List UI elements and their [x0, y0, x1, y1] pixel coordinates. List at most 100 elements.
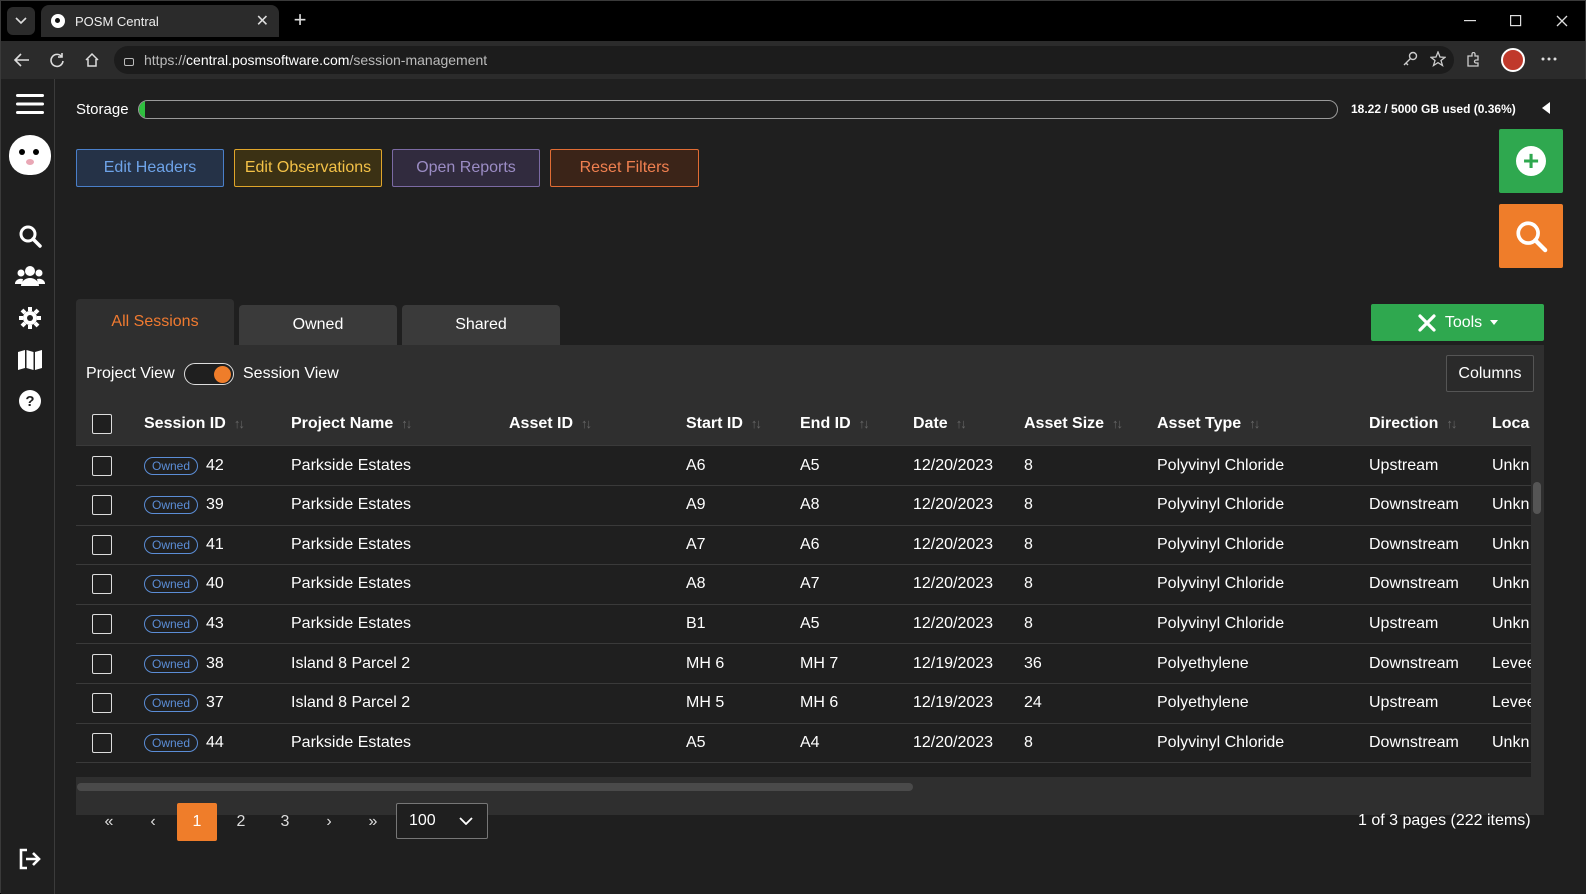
url-path: /session-management: [349, 52, 488, 68]
search-sessions-button[interactable]: [1499, 204, 1563, 268]
settings-gear-icon[interactable]: [15, 303, 45, 333]
search-icon[interactable]: [15, 221, 45, 251]
row-checkbox[interactable]: [92, 684, 112, 723]
table-row[interactable]: Owned 40 Parkside Estates A8 A7 12/20/2023 8 Po…: [76, 565, 1531, 605]
key-icon[interactable]: [1402, 51, 1418, 71]
cell-session-id: Owned 42: [144, 446, 224, 485]
refresh-button[interactable]: [44, 47, 70, 73]
page-2-button[interactable]: 2: [221, 803, 261, 841]
cell-direction: Upstream: [1369, 694, 1439, 712]
browser-tab[interactable]: POSM Central ✕: [41, 5, 279, 37]
pagination: « ‹ 1 2 3 › »: [89, 803, 397, 841]
browser-more-icon[interactable]: [1537, 47, 1561, 71]
next-page-button[interactable]: ›: [309, 803, 349, 841]
row-checkbox[interactable]: [92, 723, 112, 762]
header-project-name[interactable]: Project Name ↑↓: [291, 402, 412, 445]
cell-asset-size: 8: [1024, 535, 1033, 553]
table-row[interactable]: Owned 42 Parkside Estates A6 A5 12/20/2023 8 Po…: [76, 446, 1531, 486]
table-row[interactable]: Owned 38 Island 8 Parcel 2 MH 6 MH 7 12/19/20…: [76, 644, 1531, 684]
tab-actions-menu-button[interactable]: [7, 7, 35, 35]
table-horizontal-scrollbar[interactable]: [77, 783, 913, 791]
cell-asset-size: 8: [1024, 456, 1033, 474]
close-window-button[interactable]: [1539, 1, 1585, 41]
previous-page-button[interactable]: ‹: [133, 803, 173, 841]
tools-dropdown-button[interactable]: Tools: [1371, 304, 1544, 341]
cell-start-id: A8: [686, 575, 706, 593]
table-vertical-scrollbar[interactable]: [1533, 482, 1541, 514]
row-checkbox[interactable]: [92, 604, 112, 643]
table-row[interactable]: Owned 43 Parkside Estates B1 A5 12/20/2023 8 Po…: [76, 604, 1531, 645]
cell-location: Unkn: [1492, 575, 1530, 593]
back-button[interactable]: [9, 47, 35, 73]
open-reports-button[interactable]: Open Reports: [392, 149, 540, 187]
users-icon[interactable]: [15, 261, 45, 291]
table-row[interactable]: Owned 39 Parkside Estates A9 A8 12/20/2023 8 Po…: [76, 486, 1531, 526]
table-header-row: Session ID ↑↓ Project Name ↑↓ Asset ID ↑↓ S…: [76, 402, 1531, 446]
profile-avatar[interactable]: [1501, 48, 1525, 72]
home-button[interactable]: [79, 47, 105, 73]
tab-owned[interactable]: Owned: [239, 305, 397, 345]
table-row[interactable]: Owned 37 Island 8 Parcel 2 MH 5 MH 6 12/19/20…: [76, 684, 1531, 724]
map-icon[interactable]: [15, 345, 45, 375]
tab-close-icon[interactable]: ✕: [256, 11, 269, 31]
favorite-star-icon[interactable]: [1429, 50, 1447, 71]
help-icon[interactable]: ?: [15, 386, 45, 416]
cell-start-id: A5: [686, 733, 706, 751]
tab-shared[interactable]: Shared: [402, 305, 560, 345]
tab-strip: POSM Central ✕ +: [1, 1, 1585, 41]
extensions-icon[interactable]: [1462, 49, 1484, 71]
page-3-button[interactable]: 3: [265, 803, 305, 841]
maximize-button[interactable]: [1493, 1, 1539, 41]
hamburger-menu-icon[interactable]: [15, 89, 45, 119]
table-row[interactable]: Owned 41 Parkside Estates A7 A6 12/20/2023 8 Po…: [76, 525, 1531, 566]
header-location[interactable]: Loca: [1492, 402, 1529, 445]
header-asset-id[interactable]: Asset ID ↑↓: [509, 402, 592, 445]
header-session-id[interactable]: Session ID ↑↓: [144, 402, 245, 445]
table-row[interactable]: Owned 44 Parkside Estates A5 A4 12/20/2023 8 Po…: [76, 723, 1531, 764]
cell-project-name: Parkside Estates: [291, 575, 412, 593]
row-checkbox[interactable]: [92, 486, 112, 525]
header-start-id[interactable]: Start ID ↑↓: [686, 402, 762, 445]
owned-badge: Owned: [144, 496, 199, 515]
view-toggle-switch[interactable]: [184, 363, 234, 385]
new-tab-button[interactable]: +: [287, 7, 313, 33]
cell-location: Levee: [1492, 694, 1531, 712]
header-date[interactable]: Date ↑↓: [913, 402, 967, 445]
columns-button[interactable]: Columns: [1446, 355, 1534, 392]
cell-date: 12/19/2023: [913, 694, 994, 712]
row-checkbox[interactable]: [92, 565, 112, 604]
cell-end-id: A7: [800, 575, 820, 593]
header-end-id[interactable]: End ID ↑↓: [800, 402, 870, 445]
reset-filters-button[interactable]: Reset Filters: [550, 149, 699, 187]
row-checkbox[interactable]: [92, 644, 112, 683]
select-all-checkbox[interactable]: [92, 402, 112, 445]
page-1-button[interactable]: 1: [177, 803, 217, 841]
row-checkbox[interactable]: [92, 525, 112, 564]
cell-asset-size: 24: [1024, 694, 1042, 712]
header-asset-type[interactable]: Asset Type ↑↓: [1157, 402, 1260, 445]
row-checkbox[interactable]: [92, 446, 112, 485]
cell-session-id: Owned 41: [144, 525, 224, 564]
browser-window: POSM Central ✕ + https://central.posmsof…: [0, 0, 1586, 894]
page-size-select[interactable]: 100: [396, 803, 488, 839]
url-field[interactable]: https://central.posmsoftware.com/session…: [114, 46, 1454, 74]
minimize-button[interactable]: [1447, 1, 1493, 41]
header-asset-size[interactable]: Asset Size ↑↓: [1024, 402, 1123, 445]
sort-icon: ↑↓: [233, 416, 245, 431]
add-session-button[interactable]: +: [1499, 129, 1563, 193]
collapse-panel-icon[interactable]: [1541, 101, 1551, 117]
last-page-button[interactable]: »: [353, 803, 393, 841]
cell-session-id: Owned 43: [144, 604, 224, 643]
cell-session-id: Owned 38: [144, 644, 224, 683]
first-page-button[interactable]: «: [89, 803, 129, 841]
header-direction[interactable]: Direction ↑↓: [1369, 402, 1457, 445]
edit-headers-button[interactable]: Edit Headers: [76, 149, 224, 187]
tab-all-sessions[interactable]: All Sessions: [76, 299, 234, 345]
edit-observations-button[interactable]: Edit Observations: [234, 149, 382, 187]
cell-end-id: A5: [800, 456, 820, 474]
cell-date: 12/20/2023: [913, 733, 994, 751]
owned-badge: Owned: [144, 654, 199, 673]
logout-icon[interactable]: [15, 844, 45, 874]
cell-date: 12/20/2023: [913, 496, 994, 514]
tools-icon: [1418, 313, 1436, 332]
